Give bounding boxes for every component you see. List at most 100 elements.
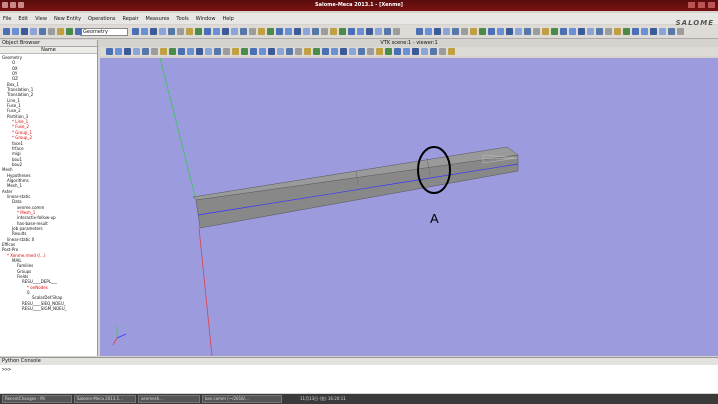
viewer-tool-icon[interactable]: [160, 48, 167, 55]
viewer-tool-icon[interactable]: [331, 48, 338, 55]
geometry-tool-icon[interactable]: [267, 28, 274, 35]
viewer-tool-icon[interactable]: [196, 48, 203, 55]
primitive-tool-icon[interactable]: [596, 28, 603, 35]
minimize-icon[interactable]: [688, 2, 695, 8]
geometry-tool-icon[interactable]: [150, 28, 157, 35]
geometry-tool-icon[interactable]: [312, 28, 319, 35]
geometry-tool-icon[interactable]: [159, 28, 166, 35]
viewer-tool-icon[interactable]: [394, 48, 401, 55]
primitive-tool-icon[interactable]: [632, 28, 639, 35]
name-column-header[interactable]: Name: [0, 47, 97, 54]
geometry-tool-icon[interactable]: [213, 28, 220, 35]
geometry-tool-icon[interactable]: [330, 28, 337, 35]
menu-measures[interactable]: Measures: [146, 16, 170, 22]
viewer-tool-icon[interactable]: [358, 48, 365, 55]
viewer-tool-icon[interactable]: [250, 48, 257, 55]
vtk-viewport[interactable]: A: [100, 57, 718, 357]
maximize-icon[interactable]: [698, 2, 705, 8]
primitive-tool-icon[interactable]: [569, 28, 576, 35]
python-prompt[interactable]: >>>: [0, 367, 718, 373]
geometry-tool-icon[interactable]: [222, 28, 229, 35]
viewer-tool-icon[interactable]: [169, 48, 176, 55]
viewer-tool-icon[interactable]: [313, 48, 320, 55]
primitive-tool-icon[interactable]: [551, 28, 558, 35]
viewer-tool-icon[interactable]: [286, 48, 293, 55]
primitive-tool-icon[interactable]: [587, 28, 594, 35]
geometry-tool-icon[interactable]: [141, 28, 148, 35]
geometry-tool-icon[interactable]: [339, 28, 346, 35]
viewer-tool-icon[interactable]: [349, 48, 356, 55]
viewer-tool-icon[interactable]: [322, 48, 329, 55]
geometry-tool-icon[interactable]: [186, 28, 193, 35]
geometry-tool-icon[interactable]: [258, 28, 265, 35]
viewer-tool-icon[interactable]: [151, 48, 158, 55]
viewer-tool-icon[interactable]: [439, 48, 446, 55]
primitive-tool-icon[interactable]: [443, 28, 450, 35]
menu-help[interactable]: Help: [222, 16, 233, 22]
viewer-tool-icon[interactable]: [268, 48, 275, 55]
viewer-tool-icon[interactable]: [340, 48, 347, 55]
primitive-tool-icon[interactable]: [452, 28, 459, 35]
geometry-tool-icon[interactable]: [303, 28, 310, 35]
file-tool-icon[interactable]: [66, 28, 73, 35]
viewer-tool-icon[interactable]: [304, 48, 311, 55]
tree-item[interactable]: RESU____SIGM_NOEU_: [0, 306, 97, 311]
menu-tools[interactable]: Tools: [176, 16, 188, 22]
viewer-tool-icon[interactable]: [448, 48, 455, 55]
primitive-tool-icon[interactable]: [497, 28, 504, 35]
viewer-tool-icon[interactable]: [232, 48, 239, 55]
viewer-tool-icon[interactable]: [106, 48, 113, 55]
taskbar-item-kancomm[interactable]: kan.comm (~/2016/...: [202, 395, 282, 403]
geometry-tool-icon[interactable]: [168, 28, 175, 35]
viewer-tool-icon[interactable]: [295, 48, 302, 55]
file-tool-icon[interactable]: [30, 28, 37, 35]
menu-new-entity[interactable]: New Entity: [54, 16, 81, 22]
menu-file[interactable]: File: [3, 16, 11, 22]
primitive-tool-icon[interactable]: [677, 28, 684, 35]
primitive-tool-icon[interactable]: [641, 28, 648, 35]
geometry-tool-icon[interactable]: [204, 28, 211, 35]
file-tool-icon[interactable]: [3, 28, 10, 35]
menu-view[interactable]: View: [35, 16, 47, 22]
module-selector[interactable]: Geometry: [80, 28, 128, 36]
primitive-tool-icon[interactable]: [605, 28, 612, 35]
viewer-tool-icon[interactable]: [178, 48, 185, 55]
viewer-tool-icon[interactable]: [259, 48, 266, 55]
viewer-tool-icon[interactable]: [367, 48, 374, 55]
geometry-tool-icon[interactable]: [285, 28, 292, 35]
geometry-tool-icon[interactable]: [375, 28, 382, 35]
geometry-tool-icon[interactable]: [366, 28, 373, 35]
geometry-tool-icon[interactable]: [384, 28, 391, 35]
viewer-tool-icon[interactable]: [214, 48, 221, 55]
viewer-tool-icon[interactable]: [115, 48, 122, 55]
primitive-tool-icon[interactable]: [488, 28, 495, 35]
geometry-tool-icon[interactable]: [231, 28, 238, 35]
primitive-tool-icon[interactable]: [650, 28, 657, 35]
geometry-tool-icon[interactable]: [276, 28, 283, 35]
primitive-tool-icon[interactable]: [461, 28, 468, 35]
viewer-tool-icon[interactable]: [412, 48, 419, 55]
file-tool-icon[interactable]: [48, 28, 55, 35]
viewer-tool-icon[interactable]: [376, 48, 383, 55]
geometry-tool-icon[interactable]: [348, 28, 355, 35]
geometry-tool-icon[interactable]: [294, 28, 301, 35]
viewer-tool-icon[interactable]: [223, 48, 230, 55]
taskbar-item-salome[interactable]: Salome-Meca 2013.1...: [74, 395, 136, 403]
geometry-tool-icon[interactable]: [177, 28, 184, 35]
primitive-tool-icon[interactable]: [425, 28, 432, 35]
menu-edit[interactable]: Edit: [18, 16, 28, 22]
viewer-tool-icon[interactable]: [124, 48, 131, 55]
geometry-tool-icon[interactable]: [132, 28, 139, 35]
file-tool-icon[interactable]: [12, 28, 19, 35]
file-tool-icon[interactable]: [75, 28, 82, 35]
primitive-tool-icon[interactable]: [542, 28, 549, 35]
primitive-tool-icon[interactable]: [515, 28, 522, 35]
viewer-tool-icon[interactable]: [403, 48, 410, 55]
viewer-tool-icon[interactable]: [241, 48, 248, 55]
geometry-tool-icon[interactable]: [393, 28, 400, 35]
viewer-tool-icon[interactable]: [187, 48, 194, 55]
viewer-tool-icon[interactable]: [277, 48, 284, 55]
geometry-tool-icon[interactable]: [321, 28, 328, 35]
primitive-tool-icon[interactable]: [623, 28, 630, 35]
file-tool-icon[interactable]: [39, 28, 46, 35]
